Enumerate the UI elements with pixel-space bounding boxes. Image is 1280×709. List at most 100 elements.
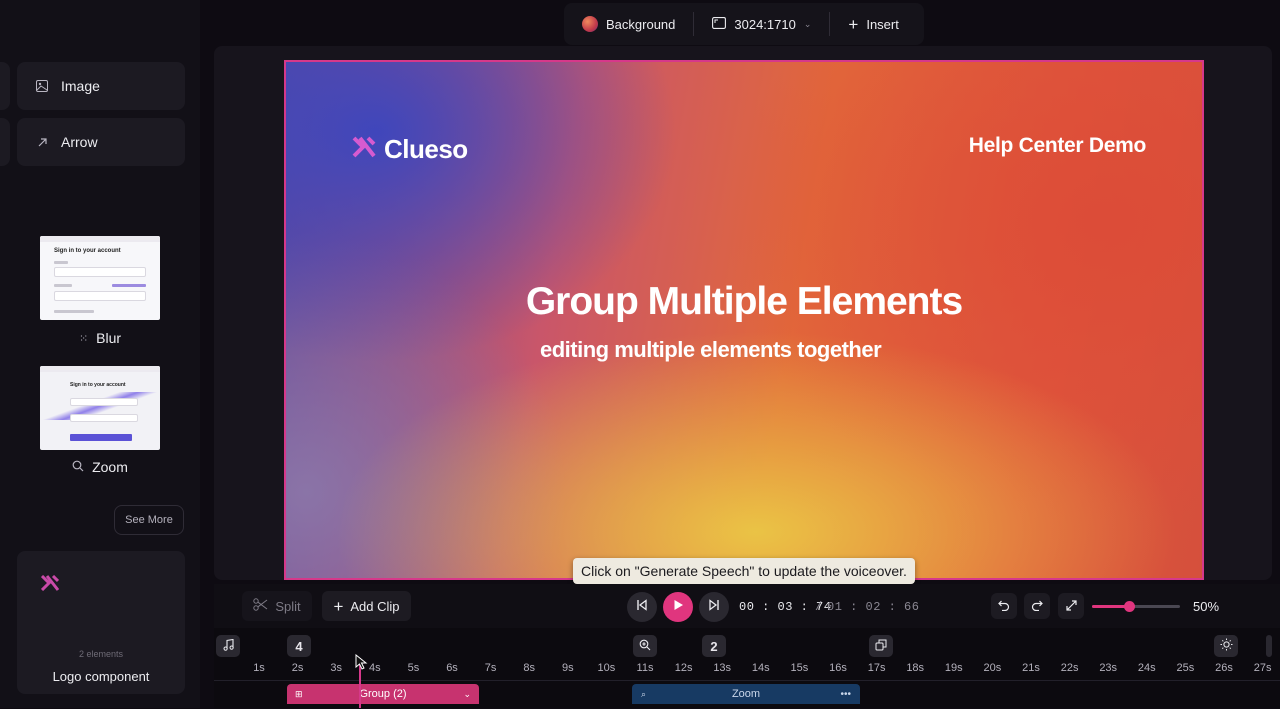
timeline-tick: 19s [944, 662, 963, 674]
layers-icon [875, 639, 887, 654]
play-button[interactable] [663, 592, 693, 622]
skip-forward-button[interactable] [699, 592, 729, 622]
help-center-title[interactable]: Help Center Demo [969, 134, 1147, 158]
timeline-tick: 9s [561, 662, 574, 674]
plus-icon: + [848, 14, 859, 34]
mouse-cursor-icon [355, 653, 369, 675]
undo-button[interactable] [991, 593, 1017, 619]
scissors-icon [253, 598, 268, 614]
zoom-slider[interactable] [1092, 601, 1180, 612]
timeline-tick: 17s [867, 662, 886, 674]
thumb-line [54, 261, 68, 264]
redo-button[interactable] [1024, 593, 1050, 619]
timeline-tick: 1s [253, 662, 265, 674]
timeline-tick: 14s [751, 662, 770, 674]
logo-component-card[interactable]: 2 elements Logo component [17, 551, 185, 694]
zoom-icon [72, 459, 84, 475]
marker-count-label: 4 [295, 638, 303, 654]
zoom-marker[interactable] [633, 635, 657, 657]
thumb-button [70, 434, 132, 441]
brand-logo[interactable]: Clueso [352, 134, 468, 165]
thumb-field [70, 414, 138, 422]
timeline-tick: 25s [1176, 662, 1195, 674]
panel-edge-stub [0, 118, 10, 166]
zoom-clip[interactable]: ⌕ Zoom ••• [632, 684, 860, 704]
skip-back-icon [636, 598, 648, 616]
timeline-tick: 27s [1253, 662, 1272, 674]
blur-effect-thumbnail[interactable]: Sign in to your account [40, 236, 160, 320]
panel-edge-stub [0, 62, 10, 110]
blur-icon: ⁙ [78, 332, 89, 345]
zoom-effect-label[interactable]: Zoom [40, 459, 160, 475]
time-separator: / [815, 600, 823, 614]
music-note-icon [222, 638, 234, 654]
add-clip-button[interactable]: + Add Clip [322, 591, 411, 621]
timeline-tick: 26s [1215, 662, 1233, 674]
aspect-ratio-label: 3024:1710 [734, 16, 796, 32]
see-more-button[interactable]: See More [114, 505, 184, 535]
add-clip-label: Add Clip [350, 598, 400, 614]
timeline-tick: 18s [906, 662, 925, 674]
background-button[interactable]: Background [564, 10, 693, 38]
insert-button[interactable]: + Insert [830, 10, 916, 38]
aspect-ratio-dropdown[interactable]: 3024:1710 ⌄ [694, 10, 829, 38]
layers-marker[interactable] [869, 635, 893, 657]
thumb-line [112, 284, 146, 287]
group-icon: ⊞ [295, 688, 303, 699]
split-button[interactable]: Split [242, 591, 312, 621]
tool-arrow-button[interactable]: Arrow [17, 118, 185, 166]
group-clip[interactable]: ⊞ Group (2) ⌄ [287, 684, 479, 704]
timeline-tick: 15s [790, 662, 809, 674]
redo-icon [1031, 599, 1043, 614]
canvas-toolbar: Background 3024:1710 ⌄ + Insert [564, 3, 924, 45]
insert-label: Insert [866, 16, 899, 32]
more-dots-icon[interactable]: ••• [840, 689, 851, 700]
aspect-ratio-icon [712, 16, 727, 32]
tool-arrow-label: Arrow [61, 134, 98, 150]
timeline-tick: 21s [1022, 662, 1040, 674]
timeline-tick: 3s [330, 662, 342, 674]
zoom-label-text: Zoom [92, 459, 128, 475]
timeline-tick: 8s [523, 662, 535, 674]
timeline-tick: 22s [1060, 662, 1079, 674]
timeline-tick: 23s [1099, 662, 1118, 674]
clueso-logo-icon [40, 574, 60, 596]
timeline-tick: 7s [484, 662, 497, 674]
zoom-in-icon [639, 639, 651, 654]
background-swatch-icon [582, 16, 598, 32]
left-panel: Image Arrow Sign in to your account ⁙ Bl… [0, 0, 200, 708]
timeline-tick: 13s [713, 662, 732, 674]
brand-name: Clueso [384, 134, 468, 164]
zoom-slider-handle[interactable] [1123, 601, 1135, 612]
zoom-effect-thumbnail[interactable]: Sign in to your account [40, 366, 160, 450]
timeline-tick: 24s [1137, 662, 1156, 674]
brightness-marker[interactable] [1214, 635, 1238, 657]
timeline-tick: 16s [829, 662, 847, 674]
tool-image-button[interactable]: Image [17, 62, 185, 110]
plus-icon: + [333, 596, 344, 616]
slide-main-title[interactable]: Group Multiple Elements [286, 280, 1202, 324]
chevron-down-icon: ⌄ [803, 18, 812, 29]
component-label: Logo component [52, 669, 150, 684]
timeline-tick: 11s [636, 662, 654, 674]
blur-effect-label[interactable]: ⁙ Blur [40, 330, 160, 346]
music-track-marker[interactable] [216, 635, 240, 657]
marker-count-label: 2 [710, 638, 718, 654]
background-label: Background [606, 16, 676, 32]
marker-count-2[interactable]: 2 [702, 635, 726, 657]
marker-count-4[interactable]: 4 [287, 635, 311, 657]
zoom-percent: 50% [1193, 599, 1220, 614]
timeline-tick: 6s [446, 662, 458, 674]
skip-back-button[interactable] [627, 592, 657, 622]
thumb-field [54, 267, 146, 277]
video-canvas[interactable]: Clueso Help Center Demo Group Multiple E… [284, 60, 1204, 580]
thumb-browser-bar [40, 236, 160, 242]
clueso-logo-icon [352, 134, 376, 165]
slide-subtitle[interactable]: editing multiple elements together [540, 337, 882, 363]
fullscreen-button[interactable] [1058, 593, 1084, 619]
tool-image-label: Image [61, 78, 100, 94]
timeline-edge-marker [1266, 635, 1272, 657]
thumb-title: Sign in to your account [70, 382, 126, 388]
thumb-line [54, 284, 72, 287]
blur-label-text: Blur [96, 330, 122, 346]
